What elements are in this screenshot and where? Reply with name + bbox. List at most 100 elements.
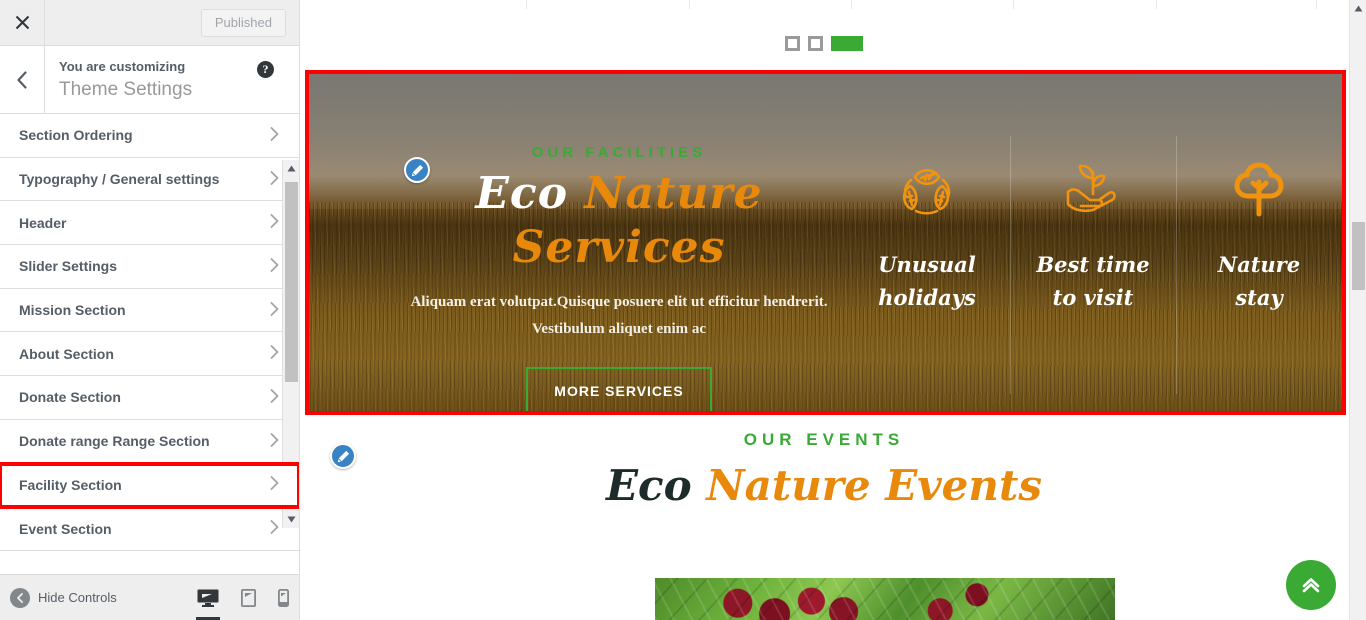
menu-divider bbox=[1156, 0, 1157, 9]
scroll-to-top-button[interactable] bbox=[1286, 560, 1336, 610]
facility-column-3-label: Nature stay bbox=[1176, 248, 1342, 314]
tree-icon bbox=[1176, 152, 1342, 230]
hide-controls-label: Hide Controls bbox=[38, 590, 117, 605]
sidebar-item-label: Facility Section bbox=[19, 476, 122, 493]
chevron-right-icon bbox=[270, 126, 279, 144]
chevron-right-icon bbox=[270, 345, 279, 362]
more-services-button[interactable]: MORE SERVICES bbox=[526, 367, 712, 411]
chevron-right-icon bbox=[270, 258, 279, 275]
sidebar-item-section-ordering[interactable]: Section Ordering bbox=[0, 114, 299, 158]
sidebar-item-label: Slider Settings bbox=[19, 258, 118, 275]
chevron-right-icon bbox=[270, 476, 279, 493]
customizer-app: Published You are customizing Theme Sett… bbox=[0, 0, 1366, 620]
slider-dot-3-active[interactable] bbox=[831, 36, 863, 51]
facility-column-3-line2: stay bbox=[1235, 285, 1283, 310]
slider-pagination bbox=[300, 36, 1348, 51]
device-switcher bbox=[196, 588, 289, 620]
preview-menu-strip bbox=[300, 0, 1366, 9]
sidebar-item-event-section[interactable]: Event Section bbox=[0, 507, 299, 551]
facility-column-3[interactable]: Nature stay bbox=[1176, 136, 1342, 394]
menu-divider bbox=[1013, 0, 1014, 9]
facility-column-2-label: Best time to visit bbox=[1010, 248, 1176, 314]
sidebar-item-donate-section[interactable]: Donate Section bbox=[0, 376, 299, 420]
customizer-title-block: You are customizing Theme Settings ? bbox=[45, 46, 299, 113]
facility-column-2-line2: to visit bbox=[1052, 285, 1134, 310]
edit-pencil-icon-facility[interactable] bbox=[404, 157, 430, 183]
hand-sprout-icon bbox=[1010, 152, 1176, 230]
facility-column-1[interactable]: Unusual holidays bbox=[844, 146, 1010, 314]
events-title: Eco Nature Events bbox=[300, 458, 1348, 514]
sidebar-item-about-section[interactable]: About Section bbox=[0, 332, 299, 377]
facility-text-block: OUR FACILITIES Eco Nature Services Aliqu… bbox=[409, 144, 829, 411]
sidebar-item-label: Section Ordering bbox=[19, 127, 133, 144]
events-title-part2: Nature Events bbox=[706, 461, 1042, 510]
events-section: OUR EVENTS Eco Nature Events bbox=[300, 430, 1348, 514]
chevron-right-icon bbox=[270, 170, 279, 188]
facility-column-1-line1: Unusual bbox=[878, 252, 976, 277]
hide-controls-button[interactable]: Hide Controls bbox=[0, 587, 117, 608]
close-icon[interactable] bbox=[0, 0, 45, 45]
chevron-right-icon bbox=[270, 520, 279, 537]
chevron-right-icon bbox=[270, 389, 279, 406]
sidebar-item-label: About Section bbox=[19, 345, 114, 362]
facility-title: Eco Nature Services bbox=[409, 167, 829, 275]
chevron-right-icon bbox=[270, 214, 279, 231]
menu-divider bbox=[689, 0, 690, 9]
sidebar-item-label: Event Section bbox=[19, 520, 112, 537]
customizer-footer: Hide Controls bbox=[0, 574, 299, 620]
facility-column-1-line2: holidays bbox=[878, 285, 976, 310]
sidebar-item-mission-section[interactable]: Mission Section bbox=[0, 288, 299, 333]
device-desktop-button[interactable] bbox=[196, 589, 220, 620]
publish-button[interactable]: Published bbox=[200, 8, 286, 37]
sidebar-item-donate-range-range-section[interactable]: Donate range Range Section bbox=[0, 419, 299, 464]
page-title: Theme Settings bbox=[59, 79, 193, 100]
customizer-topbar: Published bbox=[0, 0, 299, 46]
site-preview: OUR FACILITIES Eco Nature Services Aliqu… bbox=[300, 0, 1366, 620]
facility-eyebrow: OUR FACILITIES bbox=[531, 144, 707, 161]
preview-scroll-up-icon[interactable] bbox=[1350, 0, 1366, 17]
preview-scroll-thumb[interactable] bbox=[1352, 222, 1365, 290]
facility-column-1-label: Unusual holidays bbox=[844, 248, 1010, 314]
facility-description: Aliquam erat volutpat.Quisque posuere el… bbox=[410, 294, 828, 337]
facility-section-highlight: OUR FACILITIES Eco Nature Services Aliqu… bbox=[305, 70, 1346, 415]
menu-divider bbox=[526, 0, 527, 9]
scroll-up-icon[interactable] bbox=[283, 160, 299, 177]
sidebar-item-label: Header bbox=[19, 214, 67, 231]
sidebar-item-header[interactable]: Header bbox=[0, 201, 299, 246]
help-icon[interactable]: ? bbox=[257, 61, 274, 78]
preview-scrollbar[interactable] bbox=[1349, 0, 1366, 620]
device-mobile-button[interactable] bbox=[278, 588, 289, 607]
facility-column-2[interactable]: Best time to visit bbox=[1010, 136, 1176, 394]
device-tablet-button[interactable] bbox=[241, 588, 256, 607]
facility-column-2-line1: Best time bbox=[1036, 252, 1150, 277]
facility-columns: Unusual holidays Best time to visit Natu… bbox=[844, 136, 1342, 394]
device-active-indicator bbox=[196, 616, 220, 620]
edit-pencil-icon-events[interactable] bbox=[330, 443, 356, 469]
events-eyebrow: OUR EVENTS bbox=[743, 430, 905, 449]
recycle-leaves-icon bbox=[844, 152, 1010, 230]
slider-dot-1[interactable] bbox=[785, 36, 800, 51]
customizer-sidebar: Published You are customizing Theme Sett… bbox=[0, 0, 300, 620]
sidebar-item-facility-section[interactable]: Facility Section bbox=[0, 461, 299, 510]
sidebar-scroll-thumb[interactable] bbox=[285, 182, 298, 382]
facility-content: OUR FACILITIES Eco Nature Services Aliqu… bbox=[309, 74, 1342, 411]
scroll-down-icon[interactable] bbox=[283, 511, 299, 528]
sidebar-item-slider-settings[interactable]: Slider Settings bbox=[0, 245, 299, 289]
sidebar-item-label: Donate range Range Section bbox=[19, 433, 210, 450]
sidebar-item-label: Donate Section bbox=[19, 389, 121, 406]
facility-column-3-line1: Nature bbox=[1217, 252, 1301, 277]
slider-dot-2[interactable] bbox=[808, 36, 823, 51]
chevron-right-icon bbox=[270, 432, 279, 450]
customizer-title-row: You are customizing Theme Settings ? bbox=[0, 46, 299, 114]
back-icon[interactable] bbox=[0, 46, 45, 113]
menu-divider bbox=[1316, 0, 1317, 9]
event-thumbnail-image[interactable] bbox=[655, 578, 1115, 620]
facility-title-part1: Eco bbox=[475, 168, 569, 219]
menu-divider bbox=[851, 0, 852, 9]
sidebar-item-label: Mission Section bbox=[19, 302, 126, 319]
sidebar-item-typography-general-settings[interactable]: Typography / General settings bbox=[0, 157, 299, 202]
collapse-icon bbox=[10, 587, 30, 608]
sidebar-item-label: Typography / General settings bbox=[19, 171, 220, 188]
events-title-part1: Eco bbox=[606, 461, 692, 510]
